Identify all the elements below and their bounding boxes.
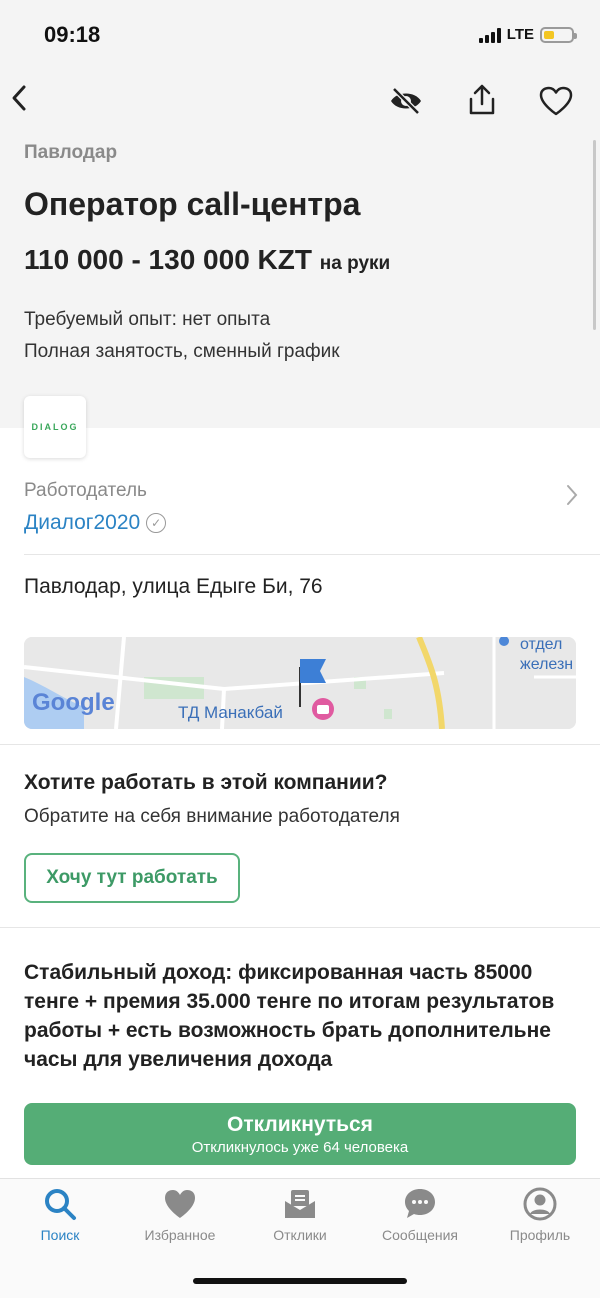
network-type: LTE: [506, 26, 534, 43]
tab-search[interactable]: Поиск: [0, 1187, 120, 1243]
tab-label: Отклики: [273, 1227, 327, 1243]
signal-icon: [478, 27, 501, 43]
tab-responses[interactable]: Отклики: [240, 1187, 360, 1243]
envelope-icon: [285, 1190, 315, 1218]
share-icon[interactable]: [468, 84, 496, 121]
work-question: Хотите работать в этой компании?: [24, 771, 388, 794]
address: Павлодар, улица Едыге Би, 76: [24, 575, 323, 598]
search-icon: [45, 1189, 76, 1220]
map-poi-label-2: отдел железн: [520, 637, 574, 673]
required-experience: Требуемый опыт: нет опыта: [24, 309, 271, 330]
chevron-right-icon[interactable]: [566, 484, 578, 512]
back-icon[interactable]: [10, 84, 28, 117]
employer-link[interactable]: Диалог2020 ✓: [24, 511, 167, 535]
tab-label: Избранное: [144, 1227, 216, 1243]
hide-icon[interactable]: [389, 86, 423, 121]
google-logo: Google: [32, 689, 115, 716]
salary-note: на руки: [319, 253, 391, 274]
divider: [0, 927, 600, 928]
apply-label: Откликнуться: [227, 1112, 373, 1136]
employment-type: Полная занятость, сменный график: [24, 341, 340, 362]
map-poi-label: ТД Манакбай: [178, 703, 283, 722]
applicants-count: Откликнулось уже 64 человека: [191, 1138, 409, 1156]
salary-range: 110 000 - 130 000 KZT: [24, 244, 312, 275]
employer-logo[interactable]: DIALOG: [24, 396, 86, 458]
status-indicators: LTE: [478, 26, 577, 43]
apply-button[interactable]: Откликнуться Откликнулось уже 64 человек…: [24, 1103, 576, 1165]
tab-profile[interactable]: Профиль: [480, 1187, 600, 1243]
status-time: 09:18: [44, 22, 101, 47]
tab-label: Поиск: [40, 1227, 80, 1243]
chat-icon: [405, 1189, 435, 1218]
vacancy-title: Оператор call-центра: [24, 186, 361, 222]
divider: [24, 554, 600, 555]
vacancy-city: Павлодар: [24, 142, 118, 163]
home-indicator[interactable]: [193, 1278, 407, 1284]
scrollbar[interactable]: [593, 140, 596, 330]
employer-logo-text: DIALOG: [31, 422, 79, 432]
favorite-heart-icon[interactable]: [539, 86, 573, 121]
verified-check-icon: ✓: [146, 513, 167, 533]
vacancy-description: Стабильный доход: фиксированная часть 85…: [24, 961, 555, 1071]
battery-icon: [540, 26, 577, 43]
work-question-subtitle: Обратите на себя внимание работодателя: [24, 806, 400, 827]
vacancy-salary: 110 000 - 130 000 KZT на руки: [24, 244, 390, 276]
tab-messages[interactable]: Сообщения: [360, 1187, 480, 1243]
heart-icon: [165, 1190, 195, 1218]
tab-label: Профиль: [509, 1227, 571, 1243]
want-to-work-button[interactable]: Хочу тут работать: [24, 853, 240, 903]
divider: [0, 744, 600, 745]
employer-label: Работодатель: [24, 480, 147, 501]
tab-favorites[interactable]: Избранное: [120, 1187, 240, 1243]
tab-label: Сообщения: [382, 1227, 458, 1243]
profile-icon: [523, 1187, 557, 1221]
employer-name: Диалог2020: [24, 511, 141, 534]
map-preview[interactable]: Google ТД Манакбай отдел железн: [24, 637, 576, 729]
